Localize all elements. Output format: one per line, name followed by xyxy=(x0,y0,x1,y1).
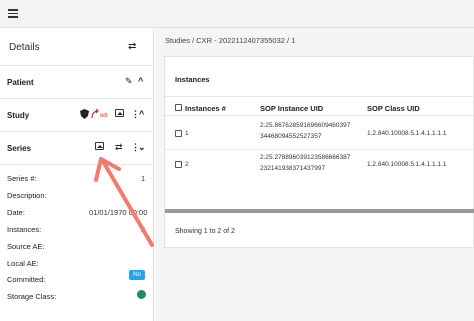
swap-icon[interactable]: ⇄ xyxy=(115,142,123,152)
storage-class-label: Storage Class: xyxy=(7,292,57,301)
select-all-checkbox[interactable] xyxy=(175,104,182,111)
instance-number-cell: 1 xyxy=(185,130,189,137)
row-checkbox[interactable] xyxy=(175,130,182,137)
sop-instance-uid-cell: 2.25.278896039123586666387 xyxy=(260,154,351,161)
card-title: Instances xyxy=(175,75,210,84)
edit-icon[interactable]: ✎ xyxy=(125,76,133,86)
sop-class-uid-cell: 1.2.840.10008.5.1.4.1.1.1.1 xyxy=(367,130,447,137)
local-ae-label: Local AE: xyxy=(7,259,39,268)
divider xyxy=(165,149,474,150)
sop-class-uid-cell: 1.2.840.10008.5.1.4.1.1.1.1 xyxy=(367,161,447,168)
column-header-sop-instance-uid[interactable]: SOP Instance UID xyxy=(260,104,323,113)
storage-status-dot xyxy=(137,290,146,299)
top-bar xyxy=(0,0,474,28)
column-header-sop-class-uid[interactable]: SOP Class UID xyxy=(367,104,420,113)
committed-badge: No xyxy=(129,270,145,280)
chevron-down-icon[interactable]: ⌄ xyxy=(138,142,146,152)
patient-label: Patient xyxy=(7,78,34,87)
row-checkbox[interactable] xyxy=(175,161,182,168)
study-section[interactable]: Study wb ⋮ ^ xyxy=(0,99,153,132)
description-label: Description: xyxy=(7,191,47,200)
chevron-up-icon[interactable]: ^ xyxy=(139,109,144,119)
series-number-label: Series #: xyxy=(7,174,37,183)
sop-instance-uid-cell: 2.25.867628591696609460397 xyxy=(260,122,351,129)
pagination-info: Showing 1 to 2 of 2 xyxy=(175,228,235,235)
patient-section[interactable]: Patient ✎ ^ xyxy=(0,66,153,99)
details-title: Details xyxy=(9,42,40,53)
series-number-value: 1 xyxy=(141,174,146,183)
hamburger-icon[interactable] xyxy=(8,9,18,18)
instances-value: 2 xyxy=(141,225,146,234)
image-icon[interactable] xyxy=(115,109,124,119)
main-content: Studies / CXR - 2022112407355032 / 1 Ins… xyxy=(155,28,474,321)
divider xyxy=(165,115,474,116)
date-label: Date: xyxy=(7,208,25,217)
share-icon[interactable] xyxy=(91,108,99,121)
details-header: Details ⇄ xyxy=(0,28,153,66)
committed-label: Committed: xyxy=(7,275,46,284)
sop-instance-uid-cell: 34468094552527357 xyxy=(260,133,322,140)
sop-instance-uid-cell: 232141938371437997 xyxy=(260,165,326,172)
horizontal-scrollbar[interactable] xyxy=(165,209,474,213)
divider xyxy=(165,96,474,97)
chevron-up-icon[interactable]: ^ xyxy=(138,76,143,86)
column-header-instance-number[interactable]: Instances # xyxy=(185,104,226,113)
instance-number-cell: 2 xyxy=(185,161,189,168)
series-section[interactable]: Series ⇄ ⋮ ⌄ xyxy=(0,132,153,165)
wb-badge[interactable]: wb xyxy=(100,111,108,121)
instances-label: Instances: xyxy=(7,225,42,234)
series-label: Series xyxy=(7,144,32,153)
date-value: 01/01/1970 00:00 xyxy=(89,208,148,217)
source-ae-label: Source AE: xyxy=(7,242,45,251)
swap-icon[interactable]: ⇄ xyxy=(128,41,136,52)
study-label: Study xyxy=(7,111,30,120)
shield-icon[interactable] xyxy=(80,109,89,121)
image-icon[interactable] xyxy=(95,142,104,152)
instances-card: Instances Instances # SOP Instance UID S… xyxy=(164,56,474,248)
breadcrumb[interactable]: Studies / CXR - 2022112407355032 / 1 xyxy=(165,36,295,45)
